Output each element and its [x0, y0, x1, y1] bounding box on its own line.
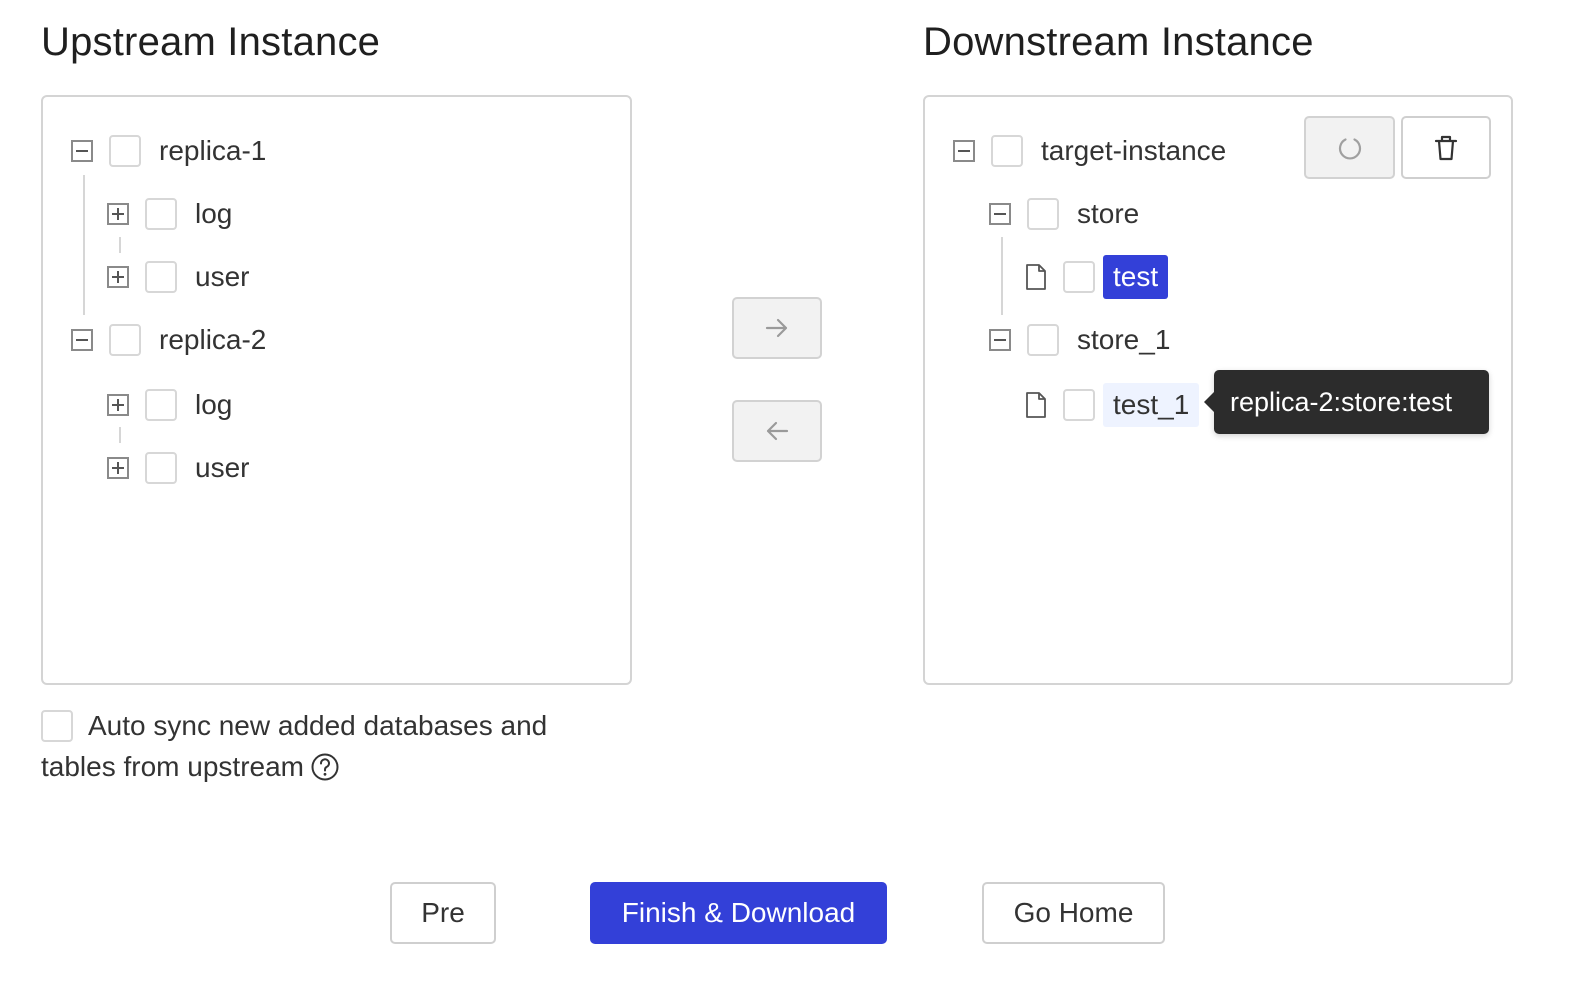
- checkbox[interactable]: [1027, 324, 1059, 356]
- expand-icon[interactable]: [107, 203, 129, 225]
- tree-node-label[interactable]: replica-1: [159, 129, 276, 173]
- tree-node-label[interactable]: user: [195, 446, 259, 490]
- finish-download-button[interactable]: Finish & Download: [590, 882, 887, 944]
- collapse-icon[interactable]: [989, 329, 1011, 351]
- tree-guide-line: [83, 175, 85, 315]
- tooltip: replica-2:store:test: [1204, 370, 1489, 434]
- tree-node-log[interactable]: log: [107, 192, 242, 236]
- checkbox[interactable]: [145, 452, 177, 484]
- tree-node-target-instance[interactable]: target-instance: [953, 129, 1236, 173]
- tree-node-user[interactable]: user: [107, 446, 259, 490]
- tree-node-test-1[interactable]: test_1: [1025, 383, 1200, 427]
- checkbox[interactable]: [1063, 389, 1095, 421]
- tree-node-label-selected[interactable]: test: [1103, 255, 1169, 299]
- delete-button[interactable]: [1401, 116, 1491, 179]
- arrow-right-icon: [765, 318, 788, 338]
- tree-guide-line: [119, 237, 121, 253]
- tree-node-label[interactable]: store_1: [1077, 318, 1180, 362]
- file-icon: [1026, 264, 1046, 290]
- tree-node-user[interactable]: user: [107, 255, 259, 299]
- downstream-title: Downstream Instance: [923, 20, 1314, 64]
- question-circle-icon[interactable]: [310, 752, 340, 782]
- arrow-left-icon: [766, 421, 789, 441]
- tree-node-label[interactable]: user: [195, 255, 259, 299]
- auto-sync-label: tables from upstream: [41, 746, 340, 787]
- tree-node-store[interactable]: store: [989, 192, 1149, 236]
- tree-guide-line: [119, 427, 121, 443]
- collapse-icon[interactable]: [71, 140, 93, 162]
- checkbox[interactable]: [145, 389, 177, 421]
- tree-node-label[interactable]: log: [195, 192, 242, 236]
- tree-guide-line: [1001, 237, 1003, 315]
- checkbox[interactable]: [109, 324, 141, 356]
- tree-node-label[interactable]: log: [195, 383, 242, 427]
- expand-icon[interactable]: [107, 266, 129, 288]
- tree-node-label-hovered[interactable]: test_1: [1103, 383, 1200, 427]
- checkbox[interactable]: [145, 198, 177, 230]
- tree-node-label[interactable]: store: [1077, 192, 1149, 236]
- auto-sync-label-line1: Auto sync new added databases and: [88, 710, 548, 741]
- tree-node-test[interactable]: test: [1025, 255, 1169, 299]
- collapse-icon[interactable]: [953, 140, 975, 162]
- reset-button[interactable]: [1304, 116, 1395, 179]
- tree-node-label[interactable]: target-instance: [1041, 129, 1236, 173]
- tree-node-label[interactable]: replica-2: [159, 318, 276, 362]
- tree-node-log[interactable]: log: [107, 383, 242, 427]
- upstream-tree-panel: replica-1 log user replica-2 log user: [41, 95, 632, 685]
- file-icon: [1026, 392, 1046, 418]
- checkbox[interactable]: [109, 135, 141, 167]
- move-right-button[interactable]: [732, 297, 822, 359]
- trash-icon: [1434, 135, 1458, 160]
- checkbox[interactable]: [991, 135, 1023, 167]
- upstream-title: Upstream Instance: [41, 20, 381, 64]
- pre-button[interactable]: Pre: [390, 882, 496, 944]
- checkbox[interactable]: [1063, 261, 1095, 293]
- tree-node-store-1[interactable]: store_1: [989, 318, 1180, 362]
- collapse-icon[interactable]: [71, 329, 93, 351]
- auto-sync-checkbox[interactable]: [41, 710, 73, 742]
- go-home-button[interactable]: Go Home: [982, 882, 1165, 944]
- reset-icon: [1338, 137, 1361, 159]
- checkbox[interactable]: [145, 261, 177, 293]
- tree-node-replica-1[interactable]: replica-1: [71, 129, 276, 173]
- expand-icon[interactable]: [107, 394, 129, 416]
- tree-node-replica-2[interactable]: replica-2: [71, 318, 276, 362]
- expand-icon[interactable]: [107, 457, 129, 479]
- auto-sync-label-line2: tables from upstream: [41, 751, 304, 782]
- tooltip-text: replica-2:store:test: [1230, 386, 1453, 417]
- collapse-icon[interactable]: [989, 203, 1011, 225]
- checkbox[interactable]: [1027, 198, 1059, 230]
- move-left-button[interactable]: [732, 400, 822, 462]
